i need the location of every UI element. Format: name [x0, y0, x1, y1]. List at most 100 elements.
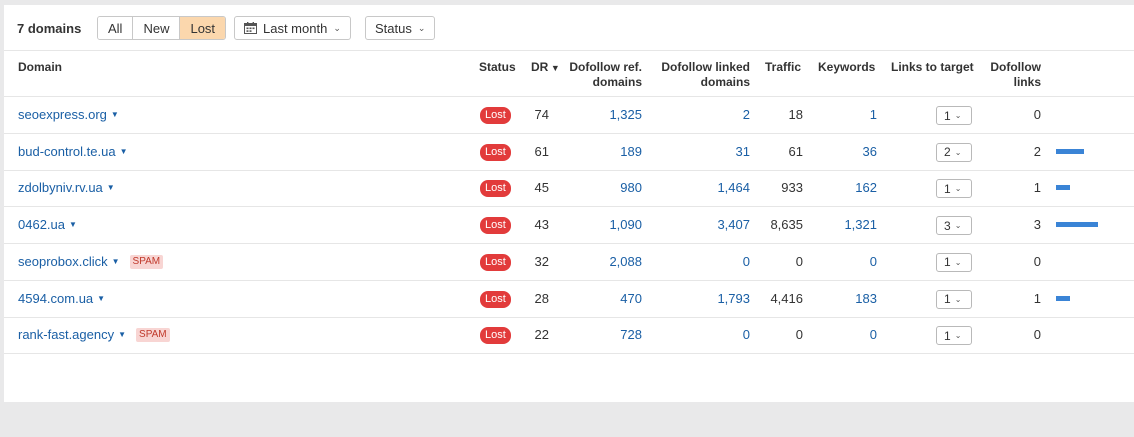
- ref-domains-value[interactable]: 2,088: [582, 254, 642, 270]
- dr-value: 32: [534, 253, 549, 269]
- keywords-value[interactable]: 183: [817, 291, 877, 307]
- table-row: zdolbyniv.rv.ua ▼ Lost 45 980 1,464 933 …: [4, 170, 1134, 208]
- links-select-value: 1: [944, 108, 951, 123]
- table-row: bud-control.te.ua ▼ Lost 61 189 31 61 36…: [4, 134, 1134, 171]
- linked-domains-value[interactable]: 3,407: [690, 217, 750, 233]
- traffic-value: 8,635: [770, 217, 803, 233]
- col-dofollow-linked-line1: Dofollow linked: [661, 60, 750, 74]
- chevron-down-icon: ⌄: [333, 22, 341, 33]
- spam-badge: SPAM: [136, 328, 170, 343]
- domain-link[interactable]: bud-control.te.ua ▼: [18, 144, 128, 160]
- links-select[interactable]: 1 ⌄: [936, 106, 972, 125]
- domain-name[interactable]: 4594.com.ua: [18, 291, 93, 307]
- chevron-down-icon: ⌄: [954, 294, 962, 304]
- caret-down-icon[interactable]: ▼: [69, 217, 77, 233]
- filter-new-button[interactable]: New: [133, 17, 181, 39]
- col-dofollow-links-line2: links: [1013, 75, 1041, 89]
- keywords-value[interactable]: 36: [817, 144, 877, 160]
- traffic-value: 61: [788, 143, 803, 159]
- ref-domains-value[interactable]: 980: [582, 180, 642, 196]
- linked-domains-value[interactable]: 2: [690, 107, 750, 123]
- calendar-icon: [244, 22, 257, 34]
- dr-value: 28: [534, 290, 549, 306]
- caret-down-icon[interactable]: ▼: [118, 327, 126, 343]
- col-dofollow-ref-domains[interactable]: Dofollow ref. domains: [562, 60, 642, 90]
- keywords-value[interactable]: 162: [817, 180, 877, 196]
- status-badge: Lost: [480, 180, 511, 198]
- dr-value: 43: [534, 217, 549, 233]
- dr-value: 61: [534, 143, 549, 159]
- domain-link[interactable]: zdolbyniv.rv.ua ▼: [18, 180, 115, 196]
- links-select[interactable]: 1 ⌄: [936, 252, 972, 272]
- status-badge: Lost: [480, 290, 511, 308]
- domain-link[interactable]: 0462.ua ▼: [18, 217, 77, 233]
- dofollow-links-value: 1: [1033, 290, 1041, 306]
- col-links-to-target[interactable]: Links to target: [891, 60, 974, 75]
- backlinks-panel: 7 domains All New Lost Last month ⌄ Stat…: [4, 5, 1134, 402]
- col-dofollow-links[interactable]: Dofollow links: [979, 60, 1041, 90]
- domain-link[interactable]: rank-fast.agency ▼ SPAM: [18, 327, 170, 343]
- col-traffic[interactable]: Traffic: [765, 60, 801, 75]
- chevron-down-icon: ⌄: [417, 22, 426, 33]
- keywords-value[interactable]: 1,321: [817, 217, 877, 233]
- caret-down-icon[interactable]: ▼: [112, 254, 120, 270]
- linked-domains-value[interactable]: 1,793: [690, 291, 750, 307]
- links-select[interactable]: 1 ⌄: [936, 326, 972, 346]
- domain-name[interactable]: zdolbyniv.rv.ua: [18, 180, 103, 196]
- traffic-value: 0: [795, 253, 803, 269]
- caret-down-icon[interactable]: ▼: [107, 180, 115, 196]
- date-dropdown[interactable]: Last month ⌄: [234, 16, 351, 40]
- keywords-value[interactable]: 0: [817, 327, 877, 343]
- domain-link[interactable]: seoexpress.org ▼: [18, 107, 119, 123]
- traffic-value: 0: [795, 327, 803, 343]
- col-domain[interactable]: Domain: [18, 60, 62, 75]
- links-select-value: 3: [944, 218, 951, 233]
- domain-name[interactable]: rank-fast.agency: [18, 327, 114, 343]
- col-status[interactable]: Status: [479, 60, 516, 75]
- linked-domains-value[interactable]: 31: [690, 144, 750, 160]
- domain-count: 7 domains: [17, 21, 82, 36]
- dofollow-links-value: 0: [1033, 107, 1041, 122]
- dofollow-links-value: 1: [1033, 180, 1041, 196]
- dr-value: 22: [534, 327, 549, 343]
- status-dropdown[interactable]: Status ⌄: [365, 16, 436, 40]
- domain-link[interactable]: seoprobox.click ▼ SPAM: [18, 254, 164, 270]
- filter-all-button[interactable]: All: [98, 17, 134, 39]
- keywords-value[interactable]: 1: [817, 107, 877, 123]
- links-select[interactable]: 2 ⌄: [936, 142, 972, 162]
- col-dofollow-linked-domains[interactable]: Dofollow linked domains: [654, 60, 750, 90]
- domain-name[interactable]: bud-control.te.ua: [18, 144, 116, 160]
- domain-name[interactable]: seoexpress.org: [18, 107, 107, 123]
- col-keywords[interactable]: Keywords: [818, 60, 875, 75]
- dr-value: 45: [534, 180, 549, 196]
- caret-down-icon[interactable]: ▼: [111, 107, 119, 123]
- domain-name[interactable]: 0462.ua: [18, 217, 65, 233]
- domain-name[interactable]: seoprobox.click: [18, 254, 108, 270]
- table-row: 0462.ua ▼ Lost 43 1,090 3,407 8,635 1,32…: [4, 207, 1134, 245]
- keywords-value[interactable]: 0: [817, 254, 877, 270]
- caret-down-icon[interactable]: ▼: [97, 291, 105, 307]
- filter-lost-button[interactable]: Lost: [180, 17, 226, 39]
- ref-domains-value[interactable]: 1,325: [582, 107, 642, 123]
- col-dr[interactable]: DR ▼: [531, 60, 560, 76]
- ref-domains-value[interactable]: 189: [582, 144, 642, 160]
- ref-domains-value[interactable]: 470: [582, 291, 642, 307]
- links-select[interactable]: 3 ⌄: [936, 216, 972, 236]
- ref-domains-value[interactable]: 728: [582, 327, 642, 343]
- ref-domains-value[interactable]: 1,090: [582, 217, 642, 233]
- dofollow-links-bar: [1056, 185, 1070, 191]
- domain-link[interactable]: 4594.com.ua ▼: [18, 291, 105, 307]
- col-dofollow-links-line1: Dofollow: [990, 60, 1041, 74]
- caret-down-icon[interactable]: ▼: [120, 144, 128, 160]
- traffic-value: 18: [788, 107, 803, 122]
- status-badge: Lost: [480, 327, 511, 345]
- linked-domains-value[interactable]: 0: [690, 254, 750, 270]
- status-badge: Lost: [480, 107, 511, 124]
- col-dofollow-linked-line2: domains: [700, 75, 750, 89]
- links-select[interactable]: 1 ⌄: [936, 179, 972, 199]
- table-row: seoexpress.org ▼ Lost 74 1,325 2 18 1 1 …: [4, 97, 1134, 134]
- spam-badge: SPAM: [129, 254, 164, 269]
- linked-domains-value[interactable]: 1,464: [690, 180, 750, 196]
- linked-domains-value[interactable]: 0: [690, 327, 750, 343]
- links-select[interactable]: 1 ⌄: [936, 289, 972, 309]
